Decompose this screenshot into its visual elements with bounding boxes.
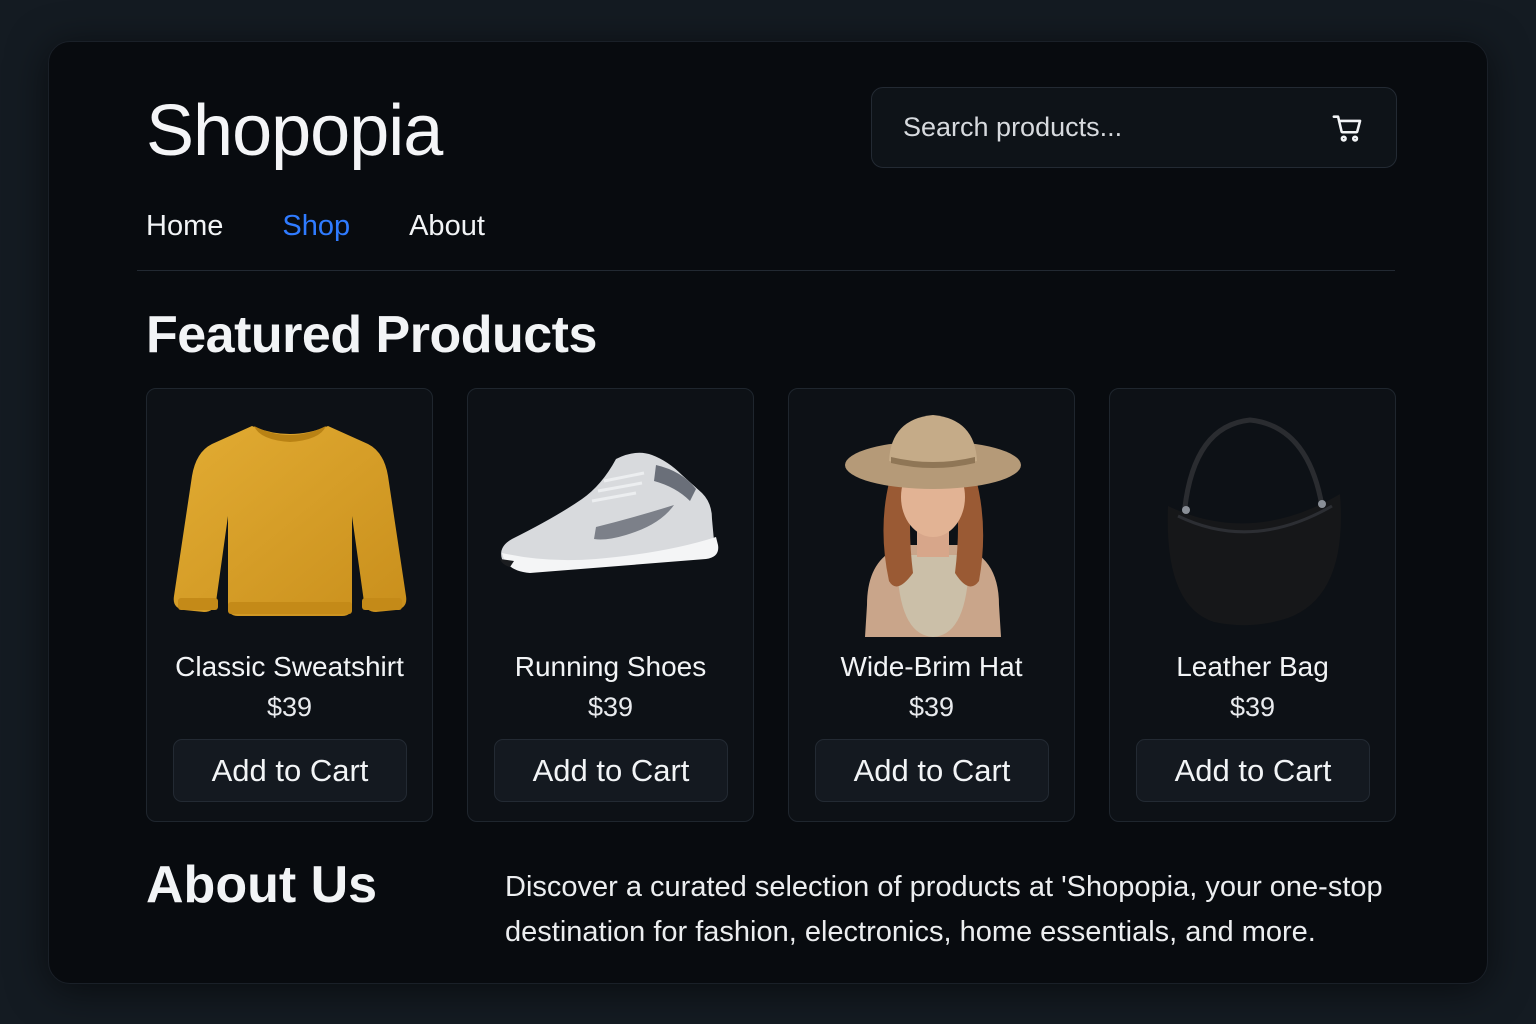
about-us-title: About Us [146,856,378,914]
nav-shop[interactable]: Shop [282,210,350,243]
nav-home[interactable]: Home [146,210,223,243]
search-input[interactable] [903,112,1330,143]
add-to-cart-button[interactable]: Add to Cart [494,739,728,802]
product-price: $39 [587,692,634,722]
add-to-cart-button[interactable]: Add to Cart [173,739,407,802]
header-divider [137,270,1395,271]
nav-about[interactable]: About [409,210,485,243]
product-card[interactable]: Wide-Brim Hat $39 Add to Cart [788,388,1075,822]
add-to-cart-button[interactable]: Add to Cart [1136,739,1370,802]
sweatshirt-icon[interactable] [147,401,432,641]
product-name: Classic Sweatshirt [175,651,404,682]
brand-logo[interactable]: Shopopia [146,90,443,172]
add-to-cart-button[interactable]: Add to Cart [815,739,1049,802]
product-price: $39 [266,692,313,722]
hat-model-icon[interactable] [789,401,1074,641]
product-card[interactable]: Classic Sweatshirt $39 Add to Cart [146,388,433,822]
app-window: Shopopia Home Shop About Featured Produc… [48,41,1488,984]
sneaker-icon[interactable] [468,401,753,641]
product-price: $39 [1229,692,1276,722]
featured-products-title: Featured Products [146,306,597,364]
product-price: $39 [908,692,955,722]
product-card[interactable]: Running Shoes $39 Add to Cart [467,388,754,822]
product-name: Running Shoes [514,651,707,682]
product-name: Wide-Brim Hat [840,651,1023,682]
handbag-icon[interactable] [1110,401,1395,641]
product-grid: Classic Sweatshirt $39 Add to Cart Runni… [146,388,1396,822]
cart-icon[interactable] [1330,110,1366,146]
main-nav: Home Shop About [146,210,544,243]
product-card[interactable]: Leather Bag $39 Add to Cart [1109,388,1396,822]
product-name: Leather Bag [1176,651,1329,682]
about-us-text: Discover a curated selection of products… [505,871,1383,948]
search-bar [871,87,1397,168]
